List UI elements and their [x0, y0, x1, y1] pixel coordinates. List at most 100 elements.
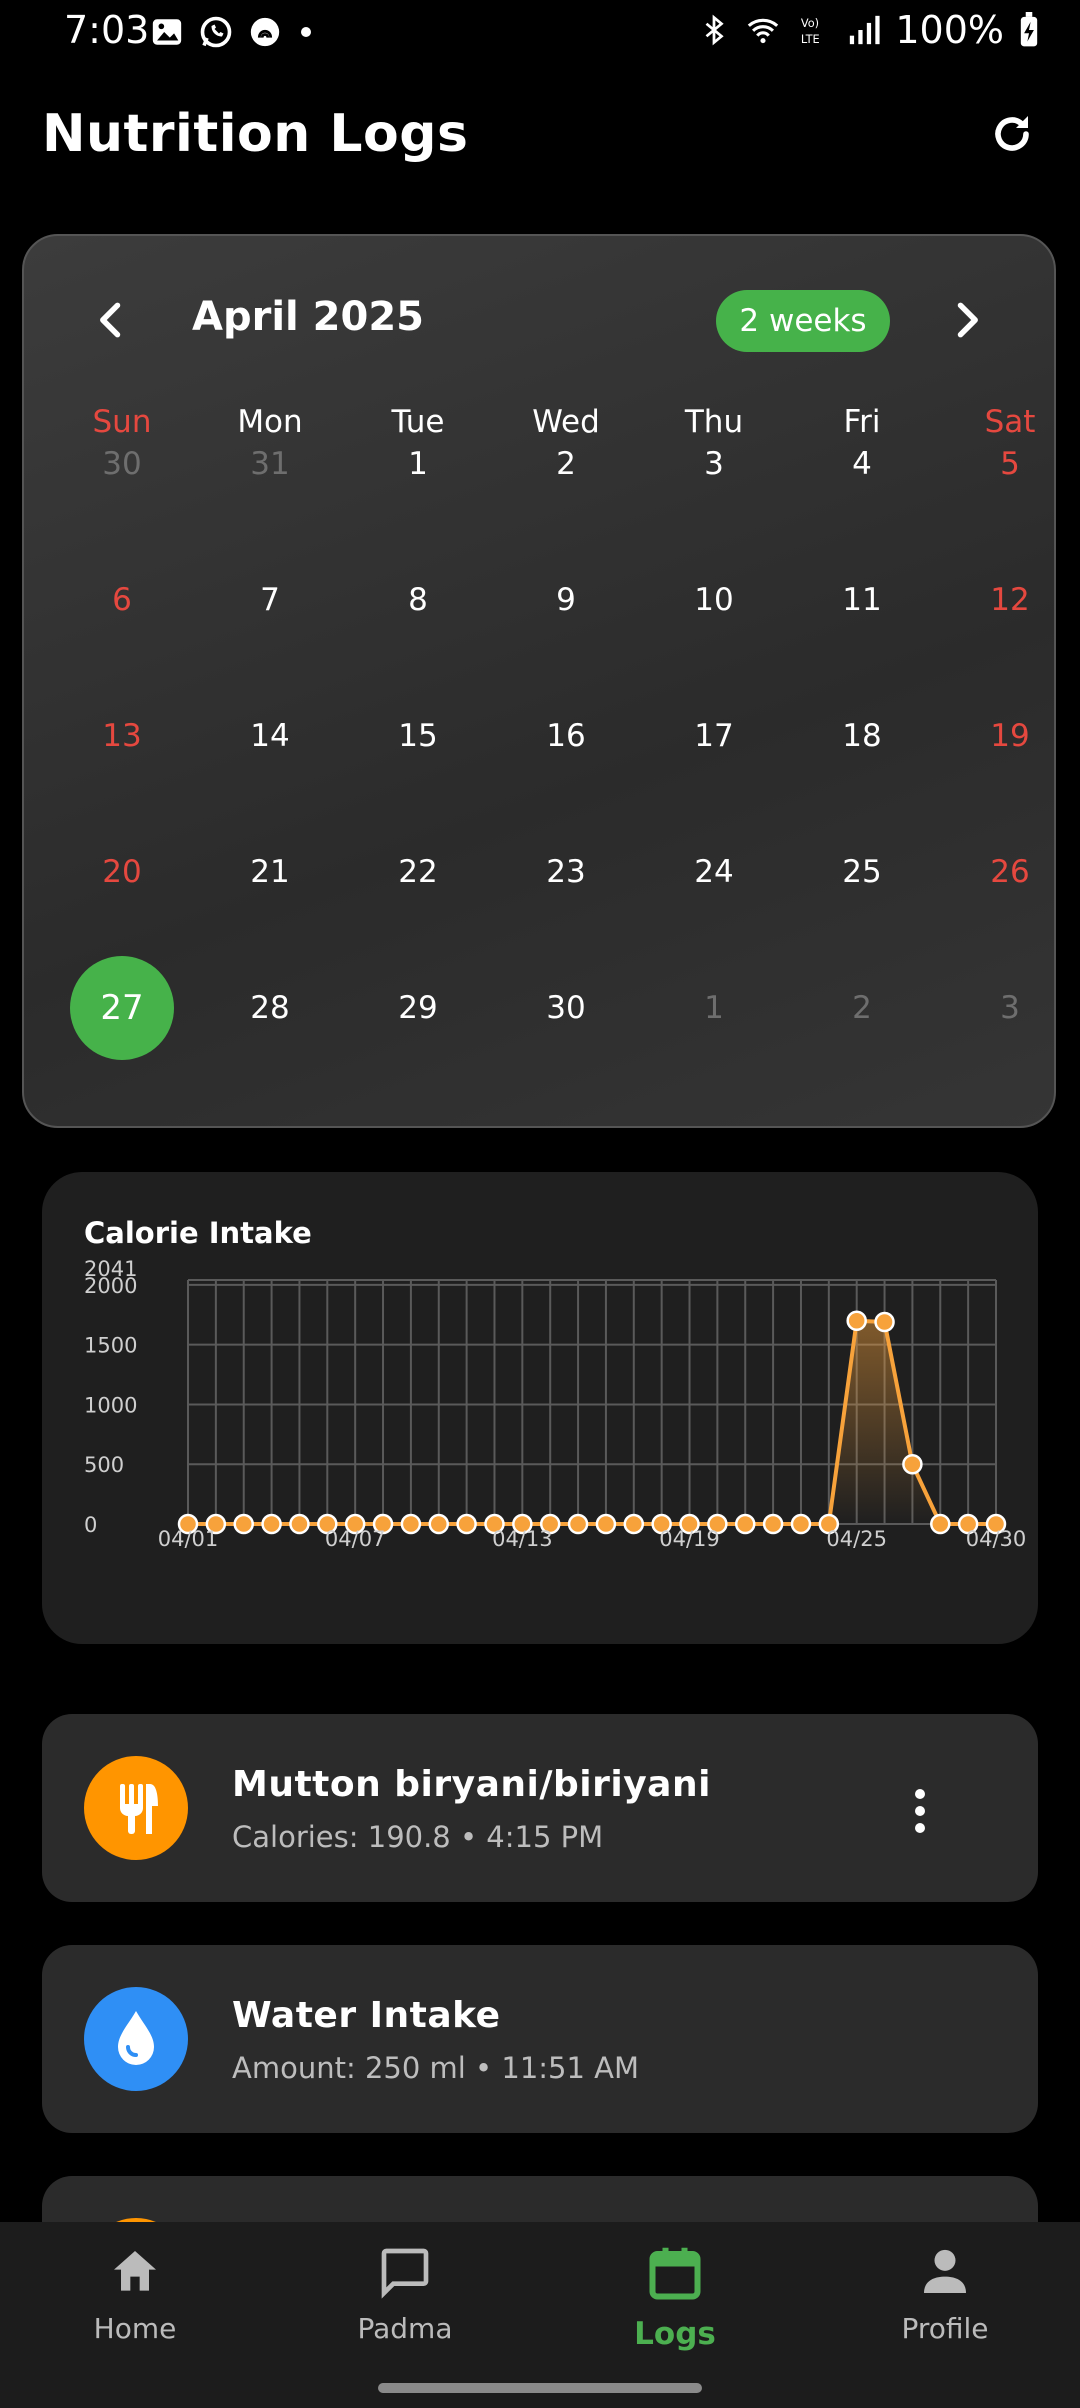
calendar-day[interactable]: 3	[662, 412, 766, 516]
calendar-day[interactable]: 19	[958, 684, 1062, 788]
refresh-icon[interactable]	[988, 110, 1036, 158]
data-point	[595, 1513, 617, 1535]
calendar-day[interactable]: 7	[218, 548, 322, 652]
status-bar: 7:03 Vo) LTE 100%	[0, 0, 1080, 64]
x-tick-label: 04/30	[966, 1527, 1027, 1551]
data-point	[902, 1453, 923, 1475]
calendar-day[interactable]: 1	[366, 412, 470, 516]
calendar-day[interactable]: 28	[218, 956, 322, 1060]
x-tick-label: 04/25	[826, 1527, 887, 1551]
calendar-day[interactable]: 3	[958, 956, 1062, 1060]
app-swirl-icon	[250, 17, 280, 47]
x-tick-label: 04/07	[325, 1527, 386, 1551]
calendar-day[interactable]: 30	[514, 956, 618, 1060]
x-tick-label: 04/01	[158, 1527, 219, 1551]
calendar-day[interactable]: 11	[810, 548, 914, 652]
nav-home-label: Home	[93, 2312, 177, 2345]
data-point	[623, 1513, 645, 1535]
wifi-icon	[748, 18, 779, 44]
data-point	[567, 1513, 589, 1535]
data-point	[790, 1513, 812, 1535]
chat-icon	[381, 2248, 429, 2299]
area-fill	[188, 1320, 996, 1524]
battery-charging-icon	[1020, 12, 1038, 47]
calendar-day[interactable]: 26	[958, 820, 1062, 924]
data-point	[233, 1513, 254, 1535]
calendar-day[interactable]: 16	[514, 684, 618, 788]
whatsapp-icon	[200, 16, 232, 48]
person-icon	[924, 2249, 966, 2293]
x-tick-label: 04/13	[492, 1527, 553, 1551]
calendar-day[interactable]: 13	[70, 684, 174, 788]
calendar-day[interactable]: 1	[662, 956, 766, 1060]
data-point	[289, 1513, 310, 1535]
calendar-day[interactable]: 14	[218, 684, 322, 788]
calendar-day[interactable]: 8	[366, 548, 470, 652]
calendar-day[interactable]: 5	[958, 412, 1062, 516]
chevron-left-icon[interactable]	[90, 298, 134, 342]
calendar-day[interactable]: 12	[958, 548, 1062, 652]
data-point	[261, 1513, 282, 1535]
log-entry-meal[interactable]: Mutton biryani/biriyani Calories: 190.8 …	[42, 1714, 1038, 1902]
nav-logs-label: Logs	[634, 2316, 716, 2352]
calendar-day[interactable]: 20	[70, 820, 174, 924]
data-point	[874, 1311, 895, 1333]
calendar-day[interactable]: 2	[514, 412, 618, 516]
calendar-month-title: April 2025	[192, 294, 424, 340]
restaurant-icon	[84, 1756, 188, 1860]
y-tick-label: 1000	[84, 1393, 137, 1417]
calorie-chart-card: Calorie Intake 2041 2000 1500 1000 500 0 04/01…	[42, 1172, 1038, 1644]
nav-padma-label: Padma	[357, 2312, 453, 2345]
calendar-day[interactable]: 23	[514, 820, 618, 924]
nav-profile-label: Profile	[901, 2312, 989, 2345]
calendar-day[interactable]: 25	[810, 820, 914, 924]
signal-icon	[850, 15, 880, 45]
calendar-day[interactable]: 24	[662, 820, 766, 924]
calendar-day[interactable]: 17	[662, 684, 766, 788]
data-point	[456, 1513, 477, 1535]
y-tick-label: 2000	[84, 1274, 137, 1298]
calendar-day[interactable]: 22	[366, 820, 470, 924]
page-title: Nutrition Logs	[42, 104, 469, 164]
calendar-day[interactable]: 6	[70, 548, 174, 652]
calendar-day[interactable]: 21	[218, 820, 322, 924]
calendar-day[interactable]: 27	[70, 956, 174, 1060]
svg-text:LTE: LTE	[801, 32, 820, 46]
status-time: 7:03	[64, 8, 150, 52]
log-entry-water[interactable]: Water Intake Amount: 250 ml • 11:51 AM	[42, 1945, 1038, 2133]
calendar-day[interactable]: 30	[70, 412, 174, 516]
calendar-day[interactable]: 4	[810, 412, 914, 516]
log-entry-subtitle: Amount: 250 ml • 11:51 AM	[232, 2051, 640, 2085]
calorie-line-chart: 2041200015001000500004/01 04/07 04/13 04/19…	[84, 1257, 1027, 1551]
svg-text:Vo): Vo)	[801, 16, 819, 30]
nav-profile[interactable]: Profile	[845, 2244, 1045, 2345]
data-point	[762, 1513, 784, 1535]
y-tick-label: 500	[84, 1453, 124, 1477]
log-entry-title: Water Intake	[232, 1995, 501, 2036]
calendar-day[interactable]: 29	[366, 956, 470, 1060]
home-indicator[interactable]	[378, 2383, 702, 2393]
nav-padma[interactable]: Padma	[305, 2244, 505, 2345]
nav-logs[interactable]: Logs	[575, 2244, 775, 2352]
calendar-day[interactable]: 18	[810, 684, 914, 788]
calendar-day[interactable]: 15	[366, 684, 470, 788]
notification-icons	[150, 14, 316, 50]
calendar-day[interactable]: 2	[810, 956, 914, 1060]
gallery-icon	[152, 19, 182, 45]
x-tick-label: 04/19	[659, 1527, 720, 1551]
range-toggle-button[interactable]: 2 weeks	[716, 290, 890, 352]
calendar-icon	[649, 2247, 701, 2300]
y-tick-label: 1500	[84, 1334, 137, 1358]
data-point	[930, 1513, 951, 1535]
data-point	[734, 1513, 756, 1535]
nav-home[interactable]: Home	[35, 2244, 235, 2345]
dot-icon	[301, 27, 311, 37]
calendar-day[interactable]: 31	[218, 412, 322, 516]
chevron-right-icon[interactable]	[944, 298, 988, 342]
calendar-day[interactable]: 10	[662, 548, 766, 652]
battery-percent: 100%	[895, 8, 1004, 52]
calendar-day[interactable]: 9	[514, 548, 618, 652]
log-entry-subtitle: Calories: 190.8 • 4:15 PM	[232, 1820, 604, 1854]
log-entry-title: Mutton biryani/biriyani	[232, 1764, 711, 1805]
more-options-icon[interactable]	[912, 1788, 928, 1834]
